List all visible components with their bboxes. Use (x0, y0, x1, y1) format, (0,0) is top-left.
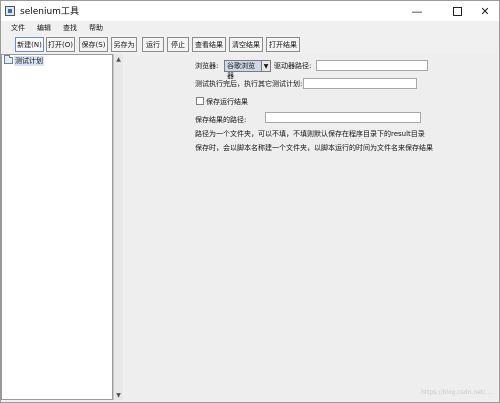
menu-find[interactable]: 查找 (63, 23, 77, 33)
scroll-up-icon[interactable]: ▲ (114, 54, 123, 64)
minimize-button[interactable]: — (401, 1, 433, 21)
open-result-button[interactable]: 打开结果 (266, 37, 300, 52)
maximize-icon (452, 6, 462, 16)
save-result-checkbox[interactable] (196, 97, 204, 105)
app-window: selenium工具 — ✕ 文件 编辑 查找 帮助 新建(N) 打开(O) 保… (0, 0, 500, 403)
app-icon (5, 6, 15, 16)
close-button[interactable]: ✕ (469, 1, 500, 21)
save-path-label: 保存结果的路径: (195, 116, 247, 124)
window-title: selenium工具 (20, 7, 79, 17)
tree-root-node[interactable]: 测试计划 (4, 55, 44, 66)
menu-file[interactable]: 文件 (11, 23, 25, 33)
driver-path-label: 驱动器路径: (274, 62, 312, 70)
chevron-down-icon[interactable]: ▼ (261, 61, 270, 71)
open-button[interactable]: 打开(O) (46, 37, 75, 52)
after-run-plan-input[interactable] (303, 78, 417, 89)
folder-icon (4, 55, 13, 64)
after-run-plan-label: 测试执行完后，执行其它测试计划: (195, 80, 303, 88)
settings-panel: 浏览器: 谷歌浏览器 ▼ 驱动器路径: 测试执行完后，执行其它测试计划: 保存运… (124, 54, 499, 400)
save-button[interactable]: 保存(S) (79, 37, 108, 52)
save-path-input[interactable] (265, 112, 421, 123)
tree-root-label: 测试计划 (14, 55, 44, 66)
browser-label: 浏览器: (195, 62, 219, 70)
tree-scrollbar[interactable]: ▲ ▼ (113, 54, 123, 400)
clear-result-button[interactable]: 清空结果 (229, 37, 263, 52)
stop-button[interactable]: 停止 (167, 37, 189, 52)
save-as-button[interactable]: 另存为 (111, 37, 137, 52)
browser-select-value: 谷歌浏览器 (225, 61, 261, 80)
view-result-button[interactable]: 查看结果 (192, 37, 226, 52)
toolbar: 新建(N) 打开(O) 保存(S) 另存为 运行 停止 查看结果 清空结果 打开… (1, 34, 499, 54)
menu-help[interactable]: 帮助 (89, 23, 103, 33)
run-button[interactable]: 运行 (142, 37, 164, 52)
save-result-checkbox-label: 保存运行结果 (206, 98, 248, 106)
scroll-down-icon[interactable]: ▼ (114, 390, 123, 400)
driver-path-input[interactable] (316, 60, 428, 71)
path-note: 路径为一个文件夹，可以不填，不填则默认保存在程序目录下的result目录 (195, 130, 425, 138)
test-plan-tree: 测试计划 (1, 54, 113, 400)
watermark-text: https://blog.csdn.net/... (421, 389, 491, 396)
title-bar: selenium工具 — ✕ (1, 1, 499, 21)
browser-select[interactable]: 谷歌浏览器 ▼ (224, 60, 271, 80)
menu-edit[interactable]: 编辑 (37, 23, 51, 33)
menu-bar: 文件 编辑 查找 帮助 (1, 21, 499, 34)
save-note: 保存时，会以脚本名称建一个文件夹，以脚本运行的时间为文件名来保存结果 (195, 144, 433, 152)
new-button[interactable]: 新建(N) (15, 37, 44, 52)
